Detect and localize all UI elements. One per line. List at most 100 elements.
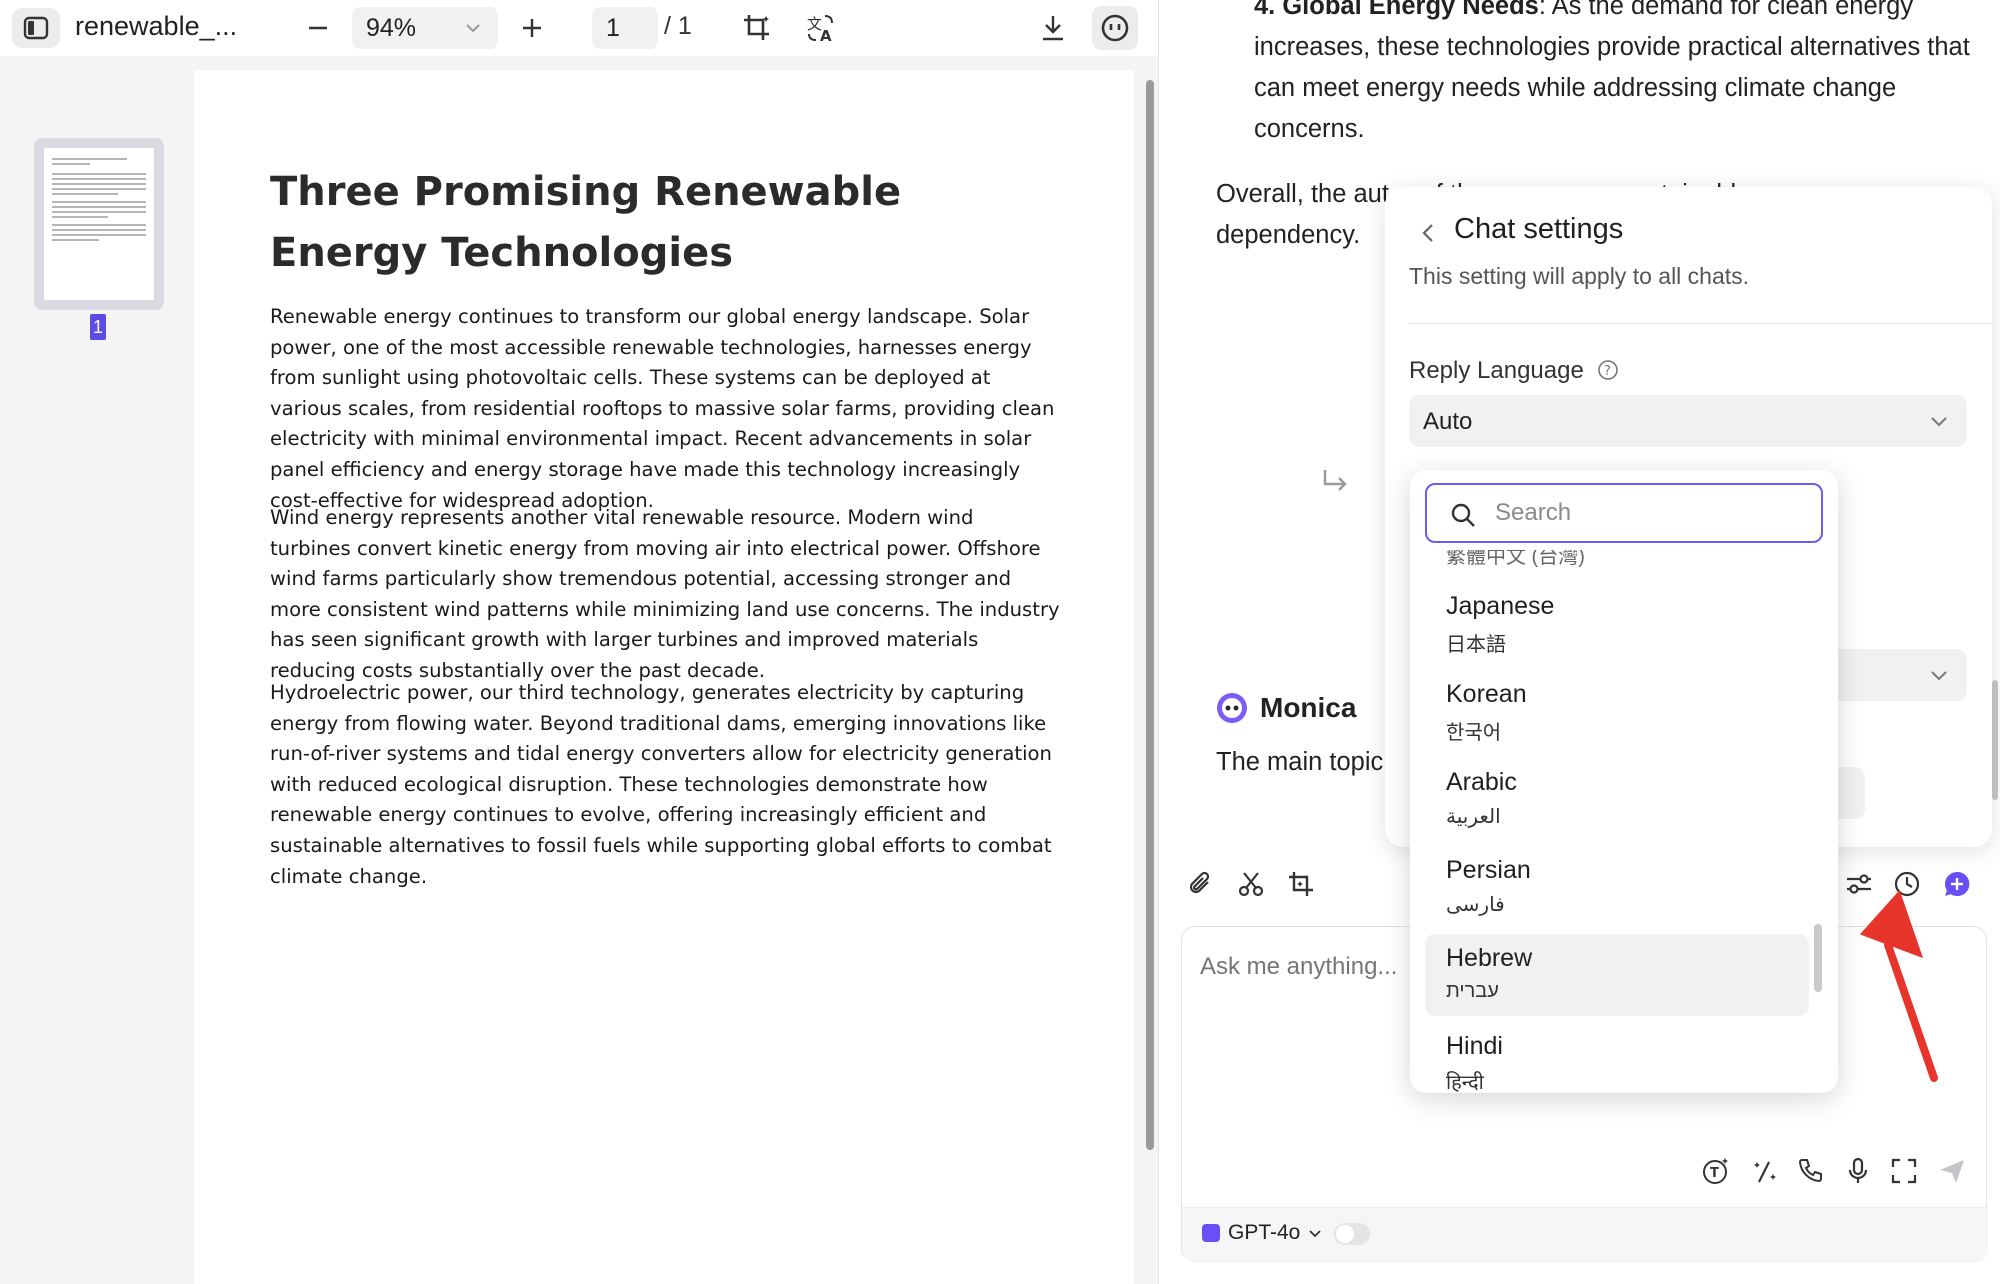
model-selector[interactable]: GPT-4o [1228,1221,1300,1245]
text-sparkle-icon: T [1703,1158,1728,1184]
language-name: Japanese [1446,592,1555,620]
thumbnail-page-number: 1 [90,314,106,340]
crop-button[interactable] [736,8,778,48]
language-item-korean[interactable]: Korean 한국어 [1425,670,1809,752]
page-total: / 1 [664,12,692,40]
help-icon[interactable]: ? [1597,359,1619,381]
sidebar-toggle-icon [23,16,49,40]
minus-icon [309,26,327,30]
composer-actions: T [1182,1153,1988,1193]
language-name: Hindi [1446,1032,1503,1060]
translate-icon: 文A [807,15,833,44]
attach-button[interactable] [1183,866,1219,902]
chevron-down-icon [466,24,480,33]
composer-footer: GPT-4o [1182,1207,1988,1263]
divider [1409,323,1992,324]
language-name: Hebrew [1446,944,1533,972]
language-native-name: 한국어 [1446,722,1502,744]
back-chevron-icon[interactable] [1417,221,1441,245]
scissors-icon [1238,872,1264,897]
language-search-box[interactable] [1425,483,1823,543]
language-item-arabic[interactable]: Arabic العربية [1425,758,1809,840]
assistant-header: Monica [1216,692,1356,724]
chevron-down-icon [1931,417,1947,427]
list-item-heading: 4. Global Energy Needs [1254,0,1539,20]
language-native-name: فارسی [1446,894,1505,916]
list-item-text: : As the demand for clean energy increas… [1254,0,1970,143]
screenshot-button[interactable] [1233,866,1269,902]
svg-text:?: ? [1604,364,1611,379]
assistant-name: Monica [1260,692,1357,723]
language-native-name: עברית [1446,980,1499,1002]
pdf-viewer: renewable_... 94% 1 / 1 文A 1 Three Promi… [0,0,1158,1284]
chevron-down-icon[interactable] [1308,1227,1322,1241]
assistant-toggle-button[interactable] [1092,6,1138,50]
zoom-out-button[interactable] [298,10,338,46]
language-search-input[interactable] [1495,499,1795,527]
model-toggle[interactable] [1334,1223,1370,1245]
chat-list-item: 4. Global Energy Needs: As the demand fo… [1254,0,1974,150]
zoom-in-button[interactable] [512,10,552,46]
reply-language-label: Reply Language [1409,357,1584,384]
voice-call-button[interactable] [1792,1153,1828,1189]
sidebar-toggle-button[interactable] [12,8,60,48]
crop-sparkle-icon [1289,872,1313,896]
document-title: Three Promising Renewable Energy Technol… [270,169,902,276]
document-name: renewable_... [75,11,238,41]
settings-title: Chat settings [1454,213,1624,245]
expand-button[interactable] [1886,1153,1922,1189]
microphone-icon [1848,1157,1868,1183]
language-item-partial[interactable]: 繁體中文 (台灣) [1446,550,1585,569]
settings-subtitle: This setting will apply to all chats. [1409,263,1750,289]
reply-language-select[interactable]: Auto [1409,395,1967,447]
annotation-arrow [1859,890,1938,1082]
language-list: 繁體中文 (台灣) Japanese 日本語 Korean 한국어 Arabic العر… [1410,550,1838,1093]
language-dropdown: 繁體中文 (台灣) Japanese 日本語 Korean 한국어 Arabic العر… [1410,470,1838,1093]
plus-icon [523,19,541,37]
document-paragraph: Wind energy represents another vital ren… [270,506,1060,682]
expand-icon [1891,1158,1917,1184]
model-badge-icon [1202,1224,1220,1242]
language-list-scrollbar[interactable] [1814,924,1822,992]
download-icon [1043,16,1063,41]
language-item-hindi[interactable]: Hindi हिन्दी [1425,1022,1809,1093]
paperclip-icon [1189,871,1210,894]
document-paragraph: Renewable energy continues to transform … [270,305,1055,512]
crop-icon [744,15,769,40]
document-paragraph: Hydroelectric power, our third technolog… [270,681,1052,888]
download-button[interactable] [1032,8,1074,48]
page-number-input[interactable]: 1 [592,7,658,49]
language-item-japanese[interactable]: Japanese 日本語 [1425,582,1809,664]
crop-ask-button[interactable] [1283,866,1319,902]
chevron-down-icon [1931,671,1947,681]
text-tools-button[interactable]: T [1698,1153,1734,1189]
language-native-name: العربية [1446,806,1501,828]
translate-button[interactable]: 文A [800,8,842,48]
language-native-name: हिन्दी [1446,1072,1484,1093]
monica-avatar-icon [1217,693,1247,723]
svg-text:A: A [820,27,832,44]
assistant-face-icon [1101,14,1129,42]
language-native-name: 日本語 [1446,634,1506,656]
pdf-toolbar: renewable_... 94% 1 / 1 文A [0,0,1158,56]
reply-arrow-icon [1323,470,1347,491]
language-item-hebrew[interactable]: Hebrew עברית [1425,934,1809,1016]
language-name: Persian [1446,856,1531,884]
thumbnail-page-preview [44,148,154,300]
svg-text:T: T [1710,1166,1719,1181]
language-item-persian[interactable]: Persian فارسی [1425,846,1809,928]
shortcut-button[interactable] [1746,1153,1782,1189]
pdf-page: Three Promising Renewable Energy Technol… [194,70,1134,1284]
magic-slash-icon [1754,1161,1776,1183]
microphone-button[interactable] [1840,1153,1876,1189]
thumbnail-strip: 1 [0,56,194,1284]
zoom-value: 94% [366,14,417,42]
pdf-scrollbar[interactable] [1146,80,1154,1150]
zoom-select[interactable]: 94% [352,7,498,49]
page-thumbnail[interactable] [34,138,164,310]
reply-language-value: Auto [1423,408,1473,435]
search-icon [1451,503,1475,527]
language-name: Arabic [1446,768,1517,796]
chat-scrollbar[interactable] [1992,680,1998,800]
send-button[interactable] [1934,1153,1970,1189]
